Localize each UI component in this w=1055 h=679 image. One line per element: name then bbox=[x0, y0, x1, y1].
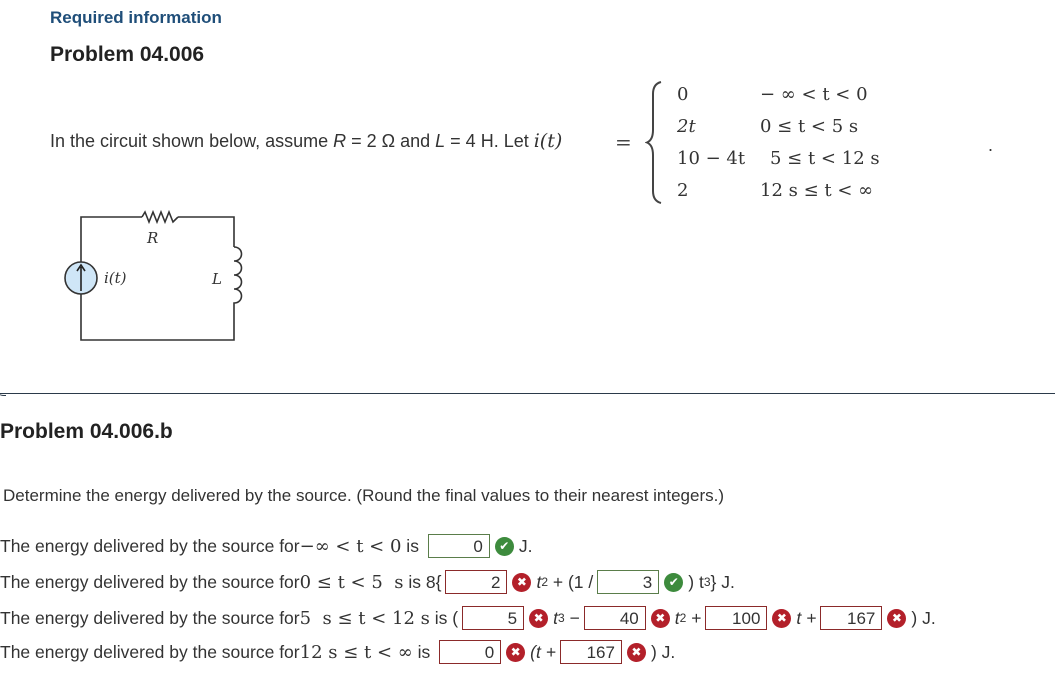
intro-text: In the circuit shown below, assume bbox=[50, 131, 334, 151]
row-3-answer-input-2[interactable]: 40 bbox=[583, 606, 646, 630]
required-information-heading: Required information bbox=[50, 8, 222, 27]
row-4-answer-input-1[interactable]: 0 bbox=[439, 640, 502, 664]
section-divider bbox=[0, 393, 1055, 394]
piecewise-brace bbox=[645, 81, 662, 204]
incorrect-x-icon: ✖ bbox=[506, 642, 526, 662]
case-condition-3: 5 ≤ t < 12 s bbox=[770, 148, 880, 169]
row-2-is: is 8{ bbox=[403, 571, 442, 592]
resistor-label: R bbox=[147, 229, 159, 247]
incorrect-x-icon: ✖ bbox=[772, 608, 792, 628]
row-4-range: 12 s ≤ t < ∞ bbox=[299, 641, 413, 663]
row-3-term-2-exponent: 2 bbox=[679, 611, 687, 625]
row-3-op-2: + bbox=[686, 607, 702, 628]
row-2-unit: } J. bbox=[710, 571, 735, 592]
row-3-answer-input-3[interactable]: 100 bbox=[705, 606, 768, 630]
r-symbol: R bbox=[333, 131, 347, 151]
row-4-prefix: The energy delivered by the source for bbox=[0, 641, 300, 662]
row-3-op-1: − bbox=[564, 607, 580, 628]
row-2-prefix: The energy delivered by the source for bbox=[0, 571, 300, 592]
part-b-title: Problem 04.006.b bbox=[0, 420, 173, 443]
row-4-answer-input-2[interactable]: 167 bbox=[559, 640, 622, 664]
row-4-is: is bbox=[412, 641, 436, 662]
row-3-answer-input-4[interactable]: 167 bbox=[820, 606, 883, 630]
resistor-symbol bbox=[141, 209, 179, 225]
row-2-answer-input-1[interactable]: 2 bbox=[445, 570, 508, 594]
row-4-mid: (t + bbox=[530, 641, 556, 662]
row-3-is: is ( bbox=[429, 607, 459, 628]
row-1-unit: J. bbox=[518, 535, 533, 556]
section-divider-corner bbox=[0, 385, 6, 396]
row-2-tail-exponent: 3 bbox=[703, 575, 711, 589]
answer-row-1: The energy delivered by the source for −… bbox=[0, 534, 532, 558]
problem-title: Problem 04.006 bbox=[50, 43, 205, 66]
case-condition-4: 12 s ≤ t < ∞ bbox=[760, 180, 874, 201]
inductor-symbol bbox=[233, 246, 243, 305]
l-symbol: L bbox=[435, 131, 446, 151]
inductor-label: L bbox=[212, 270, 222, 288]
row-3-range: 5 s ≤ t < 12 s bbox=[299, 607, 430, 629]
correct-check-icon: ✔ bbox=[494, 536, 514, 556]
incorrect-x-icon: ✖ bbox=[650, 608, 670, 628]
current-function: i(t) bbox=[533, 130, 563, 152]
row-1-range: −∞ < t < 0 bbox=[299, 535, 402, 557]
row-2-tail: ) t bbox=[688, 571, 704, 592]
case-value-4: 2 bbox=[677, 180, 689, 201]
row-1-prefix: The energy delivered by the source for bbox=[0, 535, 300, 556]
row-3-term-1-exponent: 3 bbox=[557, 611, 565, 625]
equation-period: . bbox=[988, 135, 994, 155]
row-2-range: 0 ≤ t < 5 s bbox=[299, 571, 404, 593]
answer-row-3: The energy delivered by the source for 5… bbox=[0, 606, 936, 630]
row-3-prefix: The energy delivered by the source for bbox=[0, 607, 300, 628]
part-b-instruction: Determine the energy delivered by the so… bbox=[3, 486, 725, 505]
case-value-2: 2t bbox=[677, 116, 696, 137]
incorrect-x-icon: ✖ bbox=[626, 642, 646, 662]
row-3-unit: ) J. bbox=[911, 607, 936, 628]
l-value: = 4 H. Let bbox=[445, 131, 534, 151]
row-3-answer-input-1[interactable]: 5 bbox=[462, 606, 525, 630]
incorrect-x-icon: ✖ bbox=[512, 572, 532, 592]
problem-statement: In the circuit shown below, assume R = 2… bbox=[50, 130, 562, 152]
case-value-3: 10 − 4t bbox=[677, 148, 746, 169]
case-condition-2: 0 ≤ t < 5 s bbox=[760, 116, 859, 137]
correct-check-icon: ✔ bbox=[664, 572, 684, 592]
incorrect-x-icon: ✖ bbox=[529, 608, 549, 628]
answer-row-4: The energy delivered by the source for 1… bbox=[0, 640, 675, 664]
equals-sign: = bbox=[615, 130, 632, 154]
answer-row-2: The energy delivered by the source for 0… bbox=[0, 570, 735, 594]
row-4-unit: ) J. bbox=[650, 641, 676, 662]
row-2-answer-input-2[interactable]: 3 bbox=[597, 570, 660, 594]
incorrect-x-icon: ✖ bbox=[887, 608, 907, 628]
source-label: i(t) bbox=[104, 269, 127, 287]
row-2-t-exponent: 2 bbox=[541, 575, 549, 589]
case-value-1: 0 bbox=[677, 84, 689, 105]
r-value: = 2 Ω and bbox=[346, 131, 436, 151]
case-condition-1: − ∞ < t < 0 bbox=[760, 84, 868, 105]
row-1-answer-input[interactable]: 0 bbox=[427, 534, 490, 558]
row-2-fraction-text: + (1 / bbox=[548, 571, 594, 592]
row-3-term-3: t + bbox=[796, 607, 817, 628]
row-1-is: is bbox=[401, 535, 424, 556]
